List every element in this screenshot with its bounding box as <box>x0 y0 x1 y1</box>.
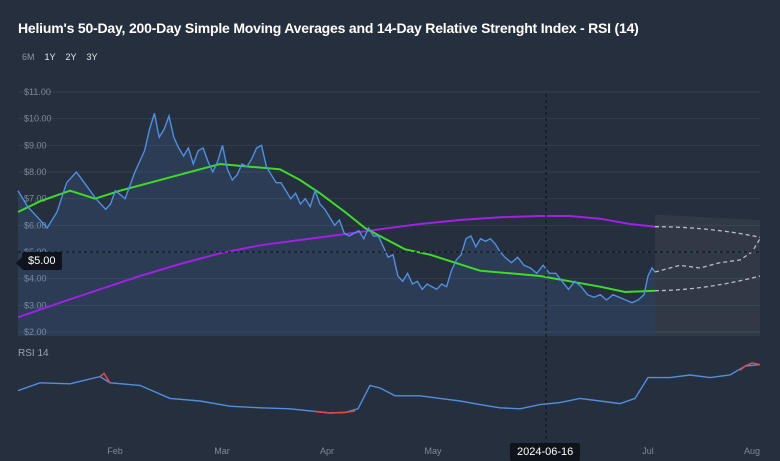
forecast-area <box>655 214 760 336</box>
x-tick-label: Jul <box>642 446 654 456</box>
rsi-panel-label: RSI 14 <box>18 348 49 359</box>
x-tick-label: Mar <box>214 446 230 456</box>
x-tick-label: Feb <box>107 446 123 456</box>
x-tick-label: May <box>424 446 442 456</box>
crosshair-date-label: 2024-06-16 <box>510 443 581 461</box>
y-tick-label: $9.00 <box>24 140 47 150</box>
y-tick-label: $7.00 <box>24 194 47 204</box>
x-tick-label: Apr <box>320 446 334 456</box>
y-tick-label: $10.00 <box>24 114 52 124</box>
price-rsi-chart: $11.00$10.00$9.00$8.00$7.00$6.00$5.00$4.… <box>17 87 761 456</box>
rsi-extreme-segment <box>314 410 356 414</box>
y-tick-label: $8.00 <box>24 167 47 177</box>
crosshair-price-label: $5.00 <box>16 252 62 270</box>
price-area <box>18 113 655 336</box>
rsi-line <box>17 363 761 414</box>
y-tick-label: $11.00 <box>24 87 51 97</box>
x-tick-label: Aug <box>744 446 760 456</box>
